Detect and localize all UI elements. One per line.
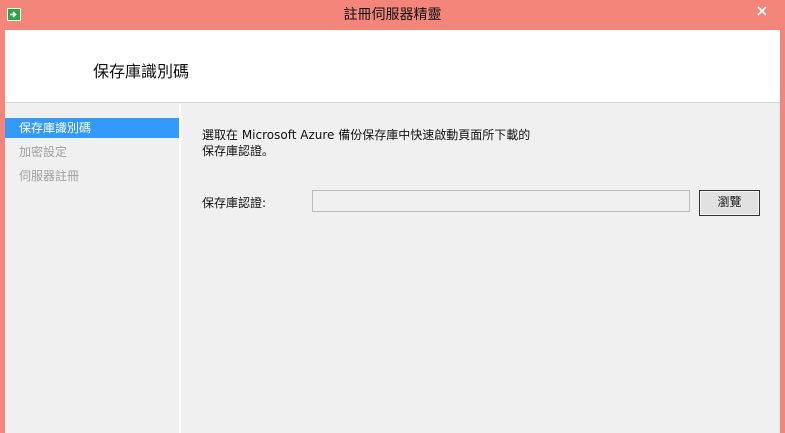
close-button[interactable] [746, 0, 778, 21]
credentials-label: 保存庫認證: [202, 196, 267, 210]
client-area: 保存庫識別碼 保存庫識別碼 加密設定 伺服器註冊 選取在 Microsoft A… [5, 30, 780, 433]
wizard-steps-sidebar: 保存庫識別碼 加密設定 伺服器註冊 [5, 104, 181, 433]
instruction-text: 選取在 Microsoft Azure 備份保存庫中快速啟動頁面所下載的 保存庫… [202, 127, 622, 159]
close-icon [757, 6, 767, 16]
page-header: 保存庫識別碼 [5, 30, 780, 103]
title-bar[interactable]: 註冊伺服器精靈 [0, 0, 785, 30]
sidebar-item-server-registration: 伺服器註冊 [19, 169, 80, 183]
credentials-path-input[interactable] [312, 190, 690, 212]
instruction-line-1: 選取在 Microsoft Azure 備份保存庫中快速啟動頁面所下載的 [202, 128, 531, 142]
wizard-window: 註冊伺服器精靈 保存庫識別碼 保存庫識別碼 加密設定 伺服器註冊 選取在 Mic… [0, 0, 785, 433]
main-content: 選取在 Microsoft Azure 備份保存庫中快速啟動頁面所下載的 保存庫… [182, 104, 780, 433]
browse-button[interactable]: 瀏覽 [699, 190, 760, 216]
instruction-line-2: 保存庫認證。 [202, 144, 275, 158]
sidebar-item-vault-identification[interactable]: 保存庫識別碼 [5, 118, 179, 138]
sidebar-item-encryption-settings: 加密設定 [19, 145, 68, 159]
page-title: 保存庫識別碼 [93, 62, 190, 81]
window-title: 註冊伺服器精靈 [343, 7, 442, 23]
